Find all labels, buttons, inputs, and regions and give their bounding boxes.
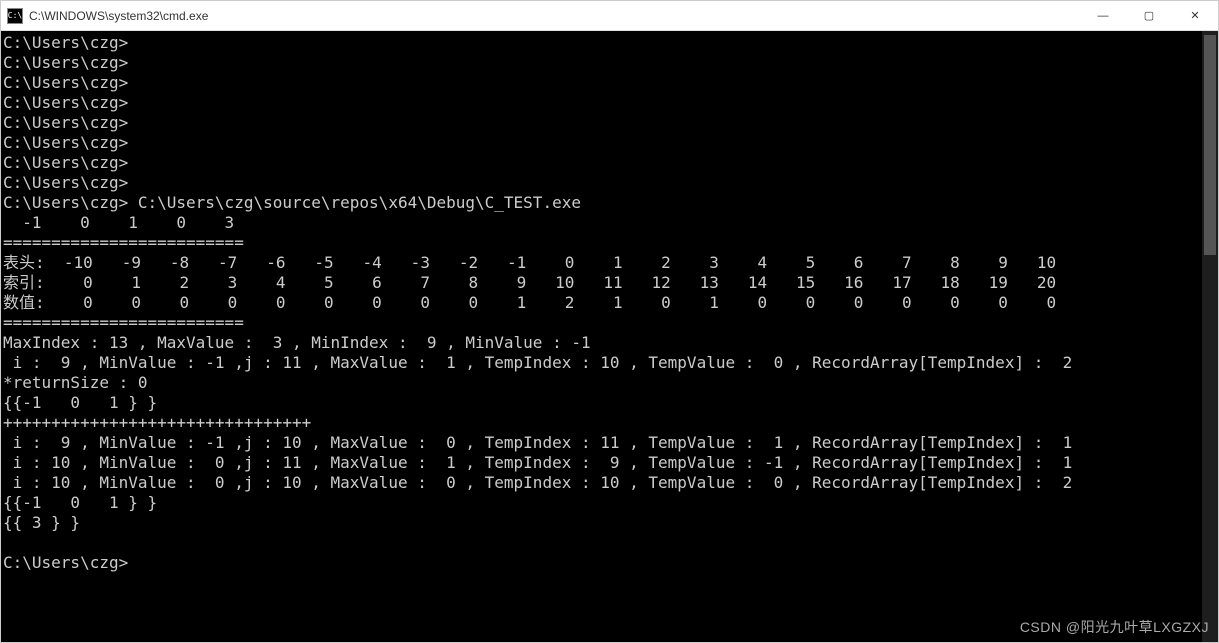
terminal-area: C:\Users\czg> C:\Users\czg> C:\Users\czg… — [1, 31, 1218, 642]
scrollbar[interactable] — [1202, 31, 1218, 642]
scroll-thumb[interactable] — [1204, 35, 1216, 255]
terminal-output[interactable]: C:\Users\czg> C:\Users\czg> C:\Users\czg… — [1, 31, 1202, 642]
app-icon: C:\ — [7, 8, 23, 24]
window-title: C:\WINDOWS\system32\cmd.exe — [29, 9, 1080, 23]
watermark: CSDN @阳光九叶草LXGZXJ — [1020, 617, 1209, 637]
window-controls: — ▢ ✕ — [1080, 1, 1218, 30]
maximize-button[interactable]: ▢ — [1126, 1, 1172, 30]
minimize-button[interactable]: — — [1080, 1, 1126, 30]
close-button[interactable]: ✕ — [1172, 1, 1218, 30]
titlebar[interactable]: C:\ C:\WINDOWS\system32\cmd.exe — ▢ ✕ — [1, 1, 1218, 31]
cmd-window: C:\ C:\WINDOWS\system32\cmd.exe — ▢ ✕ C:… — [0, 0, 1219, 643]
